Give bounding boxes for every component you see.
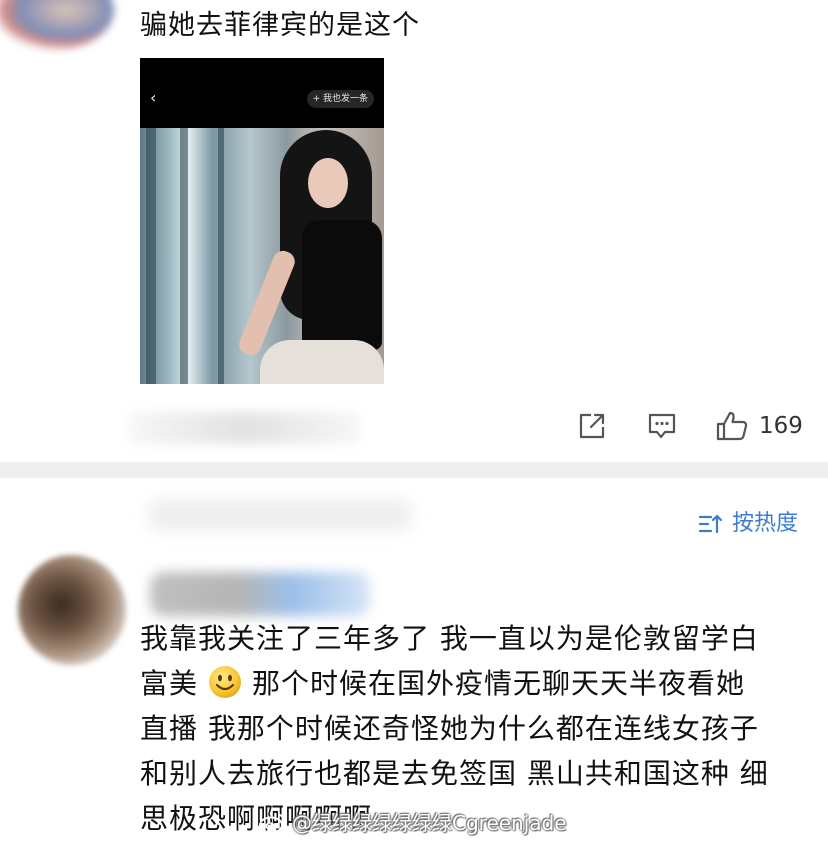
like-button[interactable]: 169 — [715, 408, 803, 444]
window-frame — [146, 128, 156, 384]
watermark-text: @绿绿绿绿绿绿绿Cgreenjade — [292, 811, 567, 835]
post-button-label: + 我也发一条 — [306, 90, 374, 108]
comment-line: 富美 那个时候在国外疫情无聊天天半夜看她 — [140, 661, 810, 706]
window-frame — [180, 128, 188, 384]
comment-line: 我靠我关注了三年多了 我一直以为是伦敦留学白 — [140, 622, 759, 655]
blurred-header — [150, 500, 410, 530]
share-button[interactable] — [577, 408, 607, 444]
comment-line: 直播 我那个时候还奇怪她为什么都在连线女孩子 — [140, 712, 759, 745]
image-top-bar: ‹ + 我也发一条 — [140, 58, 384, 128]
thumbs-up-icon — [716, 411, 748, 441]
like-count: 169 — [759, 413, 803, 439]
commenter-avatar[interactable] — [0, 0, 114, 50]
window-frame — [218, 128, 224, 384]
comment-fragment: 富美 — [140, 667, 199, 700]
commenter-avatar[interactable] — [18, 555, 126, 665]
comment-line: 和别人去旅行也都是去免签国 黑山共和国这种 细 — [140, 757, 769, 790]
watermark: @绿绿绿绿绿绿绿Cgreenjade — [258, 808, 567, 838]
person-face — [308, 158, 348, 208]
blurred-timestamp — [130, 412, 360, 444]
sort-icon — [698, 514, 723, 534]
blurred-username[interactable] — [150, 572, 370, 616]
photo-scene — [140, 128, 384, 384]
weibo-logo-icon — [259, 814, 286, 834]
reply-button[interactable] — [646, 408, 678, 444]
sort-by-heat-button[interactable]: 按热度 — [698, 508, 798, 540]
sort-label: 按热度 — [731, 511, 798, 536]
comment-fragment: 那个时候在国外疫情无聊天天半夜看她 — [252, 667, 746, 700]
chevron-left-icon: ‹ — [150, 88, 157, 107]
share-icon — [579, 413, 605, 439]
comment-icon — [648, 413, 676, 439]
comment-image[interactable]: ‹ + 我也发一条 — [140, 58, 384, 384]
person-top — [302, 220, 382, 350]
section-divider — [0, 462, 828, 478]
comment-text: 骗她去菲律宾的是这个 — [140, 10, 420, 41]
smile-emoji-icon — [209, 666, 242, 698]
person-skirt — [260, 340, 384, 384]
